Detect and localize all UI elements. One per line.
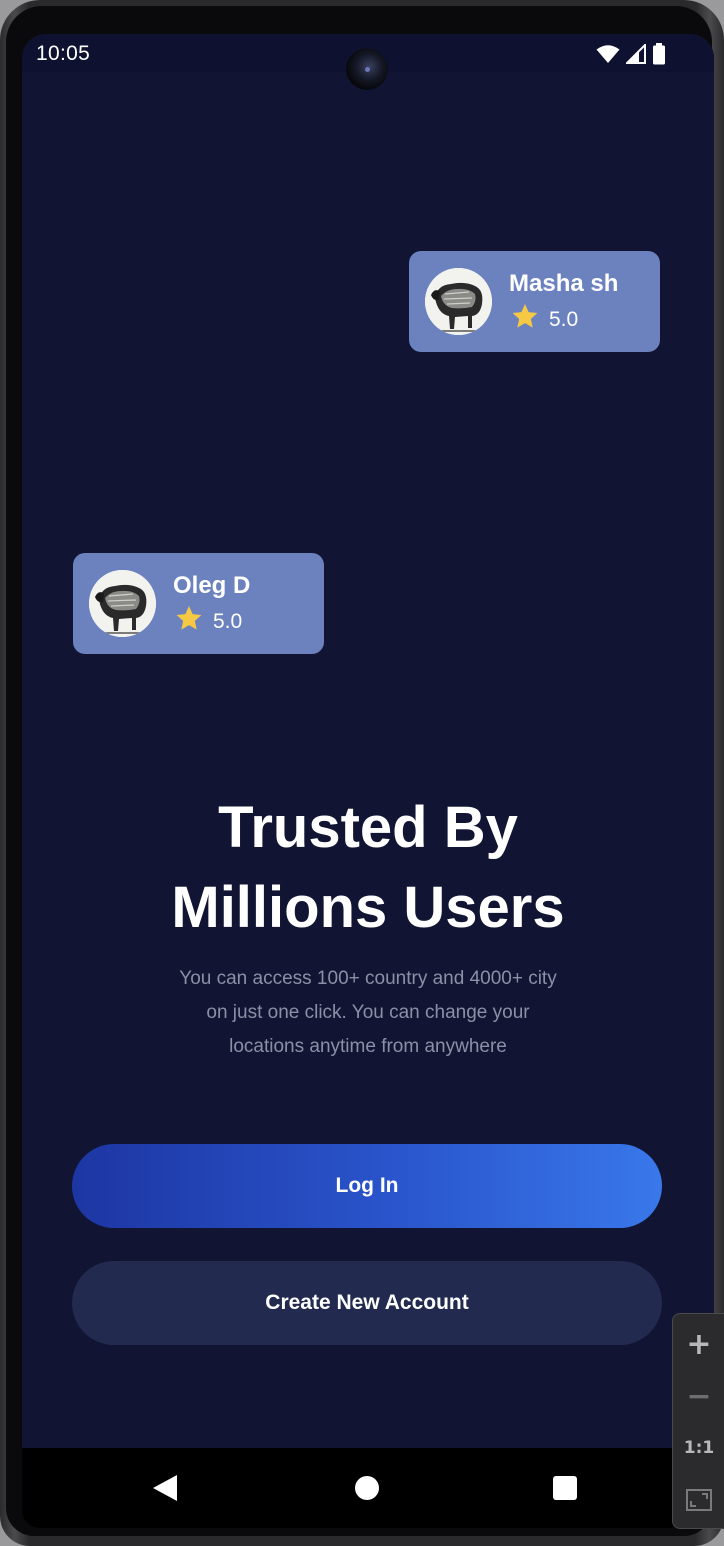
page-subtitle: You can access 100+ country and 4000+ ci… [142, 962, 594, 1064]
system-nav-bar [22, 1448, 714, 1528]
bull-illustration-icon [425, 268, 492, 335]
title-line-2: Millions Users [171, 875, 565, 940]
rating-value: 5.0 [549, 307, 579, 331]
page-title: Trusted By Millions Users [22, 788, 714, 948]
phone-screen: 10:05 Masha sh 5.0 Oleg D 5.0 Trusted By… [22, 34, 714, 1528]
subtitle-line-3: locations anytime from anywhere [229, 1036, 507, 1057]
battery-icon [652, 43, 666, 70]
emulator-zoom-controls: + − 1:1 [672, 1313, 724, 1529]
reviewer-name: Masha sh [509, 270, 619, 297]
title-line-1: Trusted By [218, 795, 518, 860]
device-bezel: 10:05 Masha sh 5.0 Oleg D 5.0 Trusted By… [6, 6, 714, 1536]
reviewer-name: Oleg D [173, 572, 251, 599]
wifi-icon [596, 44, 620, 69]
rating: 5.0 [175, 605, 242, 638]
fit-screen-icon[interactable] [673, 1474, 724, 1526]
plus-icon[interactable]: + [673, 1318, 724, 1370]
status-time: 10:05 [36, 42, 91, 65]
login-button[interactable]: Log In [72, 1144, 662, 1228]
rating-value: 5.0 [213, 609, 243, 633]
star-icon [511, 303, 539, 336]
minus-icon[interactable]: − [673, 1370, 724, 1422]
review-card-masha: Masha sh 5.0 [409, 251, 660, 352]
subtitle-line-2: on just one click. You can change your [206, 1002, 530, 1023]
back-icon[interactable] [152, 1474, 178, 1507]
front-camera [346, 48, 388, 90]
subtitle-line-1: You can access 100+ country and 4000+ ci… [179, 968, 557, 989]
rating: 5.0 [511, 303, 578, 336]
actual-size-button[interactable]: 1:1 [673, 1422, 724, 1474]
star-icon [175, 605, 203, 638]
device-frame: 10:05 Masha sh 5.0 Oleg D 5.0 Trusted By… [0, 0, 724, 1546]
status-icons [596, 42, 666, 70]
review-card-oleg: Oleg D 5.0 [73, 553, 324, 654]
bull-illustration-icon [89, 570, 156, 637]
avatar [425, 268, 492, 335]
create-account-button[interactable]: Create New Account [72, 1261, 662, 1345]
avatar [89, 570, 156, 637]
recents-icon[interactable] [553, 1476, 577, 1500]
home-icon[interactable] [355, 1476, 379, 1500]
signal-icon [624, 42, 646, 69]
